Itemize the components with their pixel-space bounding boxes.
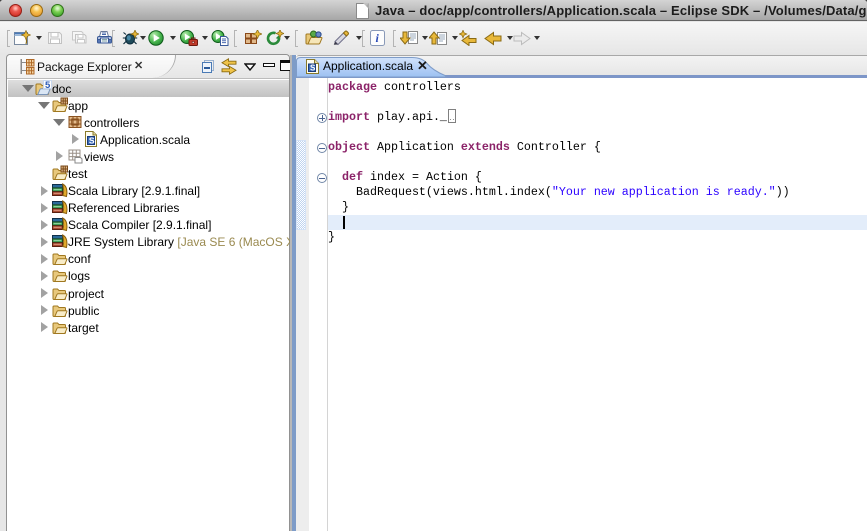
svg-text:S: S xyxy=(89,135,95,145)
svg-text:S: S xyxy=(310,63,316,72)
svg-text:5: 5 xyxy=(45,80,51,91)
